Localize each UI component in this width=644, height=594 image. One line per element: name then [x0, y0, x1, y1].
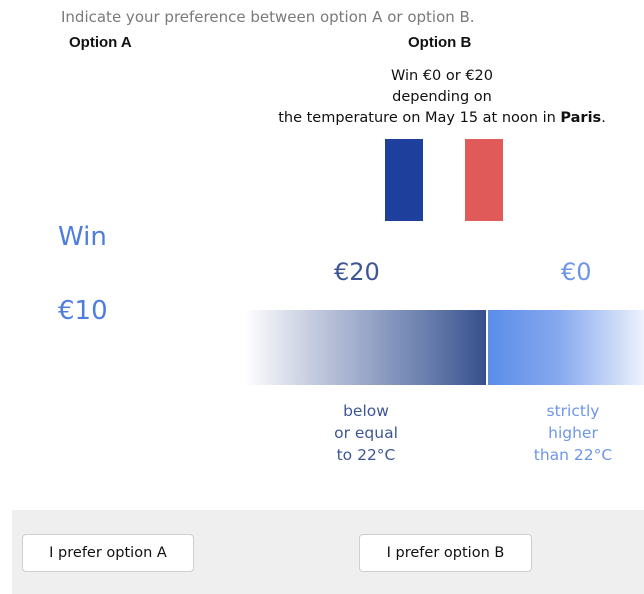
condition-line: than 22°C: [533, 446, 613, 464]
gradient-high-segment: [488, 310, 644, 385]
outcome-high-condition: strictly higher than 22°C: [524, 400, 622, 466]
gradient-low-segment: [244, 310, 486, 385]
option-b-desc-line3: the temperature on May 15 at noon in Par…: [270, 108, 614, 129]
condition-line: or equal: [334, 424, 398, 442]
option-b-desc-line3-prefix: the temperature on May 15 at noon in: [278, 110, 561, 126]
outcome-low-condition: below or equal to 22°C: [320, 400, 412, 466]
condition-line: strictly: [546, 402, 600, 420]
flag-blue-stripe: [385, 139, 423, 221]
instruction-text: Indicate your preference between option …: [61, 8, 475, 26]
temperature-gradient-bar: [244, 310, 644, 385]
option-b-desc-line1: Win €0 or €20: [390, 68, 494, 84]
option-b-title: Option B: [408, 34, 472, 51]
flag-red-stripe: [465, 139, 503, 221]
condition-line: below: [343, 402, 389, 420]
prefer-option-a-button[interactable]: I prefer option A: [22, 534, 194, 572]
prefer-option-b-button[interactable]: I prefer option B: [359, 534, 532, 572]
option-a-title: Option A: [69, 34, 132, 51]
option-a-win-label: Win: [58, 222, 107, 252]
option-b-city: Paris: [560, 110, 602, 126]
outcome-high-amount: €0: [561, 258, 592, 286]
condition-line: to 22°C: [336, 446, 396, 464]
condition-line: higher: [548, 424, 598, 442]
option-a-win-amount: €10: [58, 296, 108, 326]
option-b-desc-line3-suffix: .: [601, 110, 606, 126]
option-b-description: Win €0 or €20 depending on the temperatu…: [270, 66, 614, 129]
outcome-low-amount: €20: [334, 258, 380, 286]
option-b-desc-line2: depending on: [392, 89, 492, 105]
